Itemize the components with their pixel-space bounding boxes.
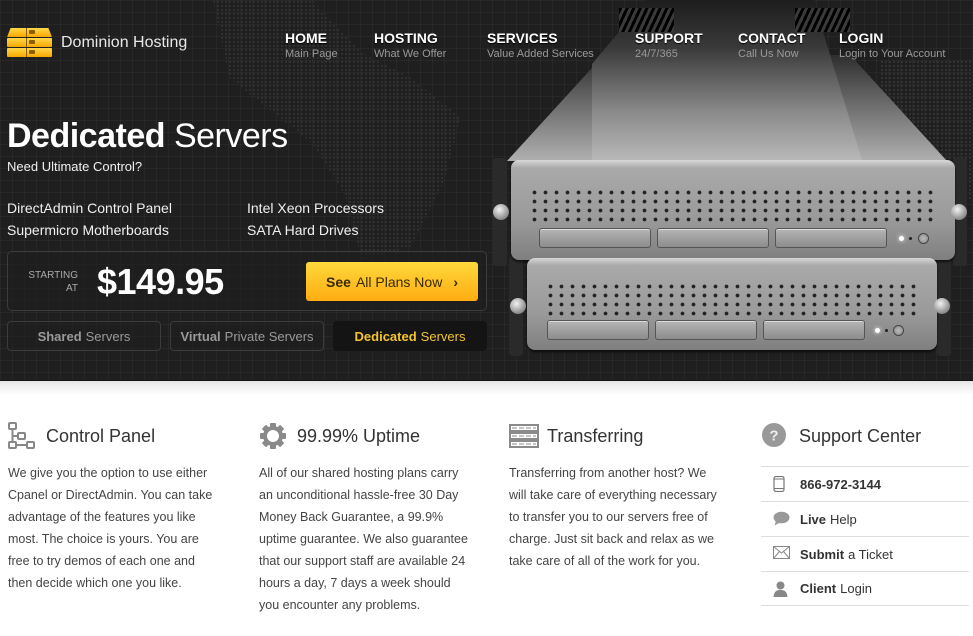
server-unit-top [511, 160, 955, 260]
column-text: We give you the option to use either Cpa… [8, 466, 213, 590]
server-unit-bottom [527, 258, 937, 350]
hero-subtitle: Need Ultimate Control? [7, 159, 143, 174]
support-title: Support Center [799, 425, 922, 446]
phone-icon [773, 475, 791, 493]
support-client-login[interactable]: Client Login [761, 571, 969, 606]
status-led [875, 328, 880, 333]
nav-support[interactable]: SUPPORT 24/7/365 [635, 30, 703, 60]
feature-item: SATA Hard Drives [247, 222, 359, 238]
column-text: Transferring from another host? We will … [509, 466, 717, 568]
feature-column-control-panel: Control Panel We give you the option to … [8, 420, 238, 594]
column-title: Control Panel [46, 425, 156, 446]
feature-item: Intel Xeon Processors [247, 200, 384, 216]
help-icon: ? [761, 422, 789, 450]
chevron-right-icon: › [453, 273, 458, 290]
support-phone[interactable]: 866-972-3144 [761, 466, 969, 501]
sitemap-icon [8, 422, 36, 450]
main-nav: HOME Main Page HOSTING What We Offer SER… [0, 30, 973, 70]
tab-dedicated-servers[interactable]: Dedicated Servers [333, 321, 487, 351]
nav-services[interactable]: SERVICES Value Added Services [487, 30, 594, 60]
status-led [899, 236, 904, 241]
chat-bubble-icon [773, 511, 791, 527]
support-center: ? Support Center 866-972-3144 Live Help S… [761, 420, 969, 606]
column-title: 99.99% Uptime [297, 425, 421, 446]
price-value: $149.95 [97, 261, 224, 302]
column-title: Transferring [547, 425, 644, 446]
svg-text:?: ? [769, 428, 778, 445]
column-text: All of our shared hosting plans carry an… [259, 466, 468, 612]
user-icon [773, 581, 791, 597]
tab-shared-servers[interactable]: Shared Servers [7, 321, 161, 351]
power-button-icon [918, 233, 929, 244]
nav-hosting[interactable]: HOSTING What We Offer [374, 30, 446, 60]
gear-icon [259, 422, 287, 450]
nav-contact[interactable]: CONTACT Call Us Now [738, 30, 805, 60]
tab-vps[interactable]: Virtual Private Servers [170, 321, 324, 351]
envelope-icon [773, 546, 791, 562]
support-links: 866-972-3144 Live Help Submit a Ticket Cli… [761, 466, 969, 606]
feature-column-transferring: Transferring Transferring from another h… [509, 420, 739, 572]
price-box: STARTING AT $149.95 See All Plans Now › [7, 251, 487, 311]
nav-home[interactable]: HOME Main Page [285, 30, 338, 60]
starting-at-label: STARTING AT [28, 270, 78, 294]
support-live-help[interactable]: Live Help [761, 501, 969, 536]
feature-column-uptime: 99.99% Uptime All of our shared hosting … [259, 420, 489, 616]
nav-login[interactable]: LOGIN Login to Your Account [839, 30, 945, 60]
server-rack-icon [509, 422, 539, 450]
feature-item: Supermicro Motherboards [7, 222, 169, 238]
feature-item: DirectAdmin Control Panel [7, 200, 172, 216]
support-submit-ticket[interactable]: Submit a Ticket [761, 536, 969, 571]
see-all-plans-button[interactable]: See All Plans Now › [306, 262, 478, 301]
hero-banner: Dominion Hosting HOME Main Page HOSTING … [0, 0, 973, 381]
power-button-icon [893, 325, 904, 336]
hero-title: Dedicated Servers [7, 117, 288, 155]
